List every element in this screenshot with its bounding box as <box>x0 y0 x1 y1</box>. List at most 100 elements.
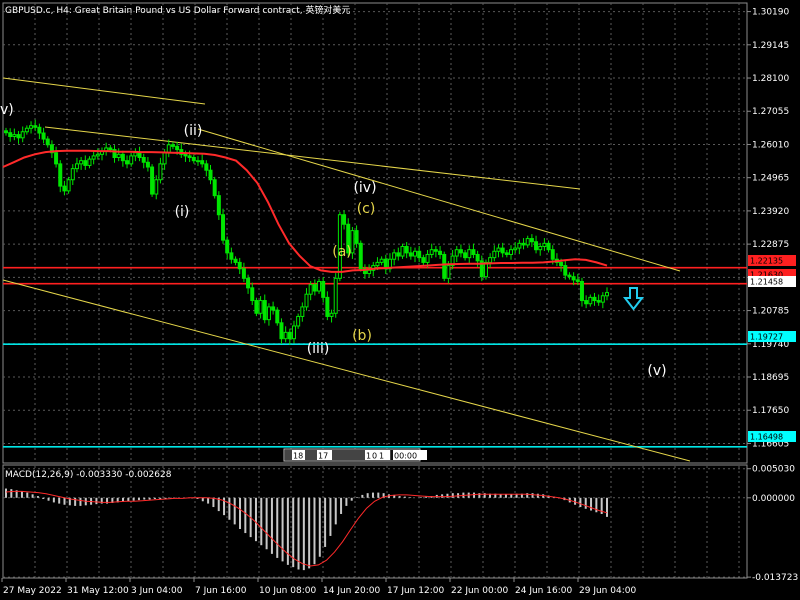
time-tick-label: 10 Jun 08:00 <box>259 586 316 596</box>
candle-body <box>116 153 121 158</box>
candle-body <box>221 214 226 241</box>
candle-body <box>592 296 597 302</box>
candle-body <box>375 261 380 267</box>
candle-body <box>20 131 25 139</box>
candle-body <box>16 134 21 139</box>
candle-body <box>158 163 163 181</box>
scroll-label: 18 <box>293 452 303 461</box>
candle-body <box>183 153 188 157</box>
wave-label: (i) <box>175 204 190 220</box>
candle-body <box>229 252 234 260</box>
candle-body <box>296 315 301 327</box>
candle-body <box>58 163 63 187</box>
time-tick-label: 29 Jun 04:00 <box>579 586 636 596</box>
candle-body <box>421 257 426 263</box>
candle-body <box>87 158 92 166</box>
price-tick-label: 1.29145 <box>752 41 789 51</box>
candle-body <box>74 163 79 170</box>
candle-body <box>24 127 29 133</box>
candle-body <box>262 300 267 321</box>
time-tick-label: 22 Jun 00:00 <box>451 586 508 596</box>
candle-body <box>442 253 447 279</box>
candle-body <box>150 166 155 195</box>
macd-tick-label: -0.013723 <box>752 573 798 583</box>
scroll-label: 00:00 <box>394 452 417 461</box>
candle-body <box>200 160 205 165</box>
candle-body <box>446 265 451 279</box>
price-tick-label: 1.28100 <box>752 74 789 84</box>
candle-body <box>271 306 276 311</box>
candle-body <box>62 185 67 192</box>
candle-body <box>162 152 167 165</box>
candle-body <box>496 247 501 252</box>
candle-body <box>4 130 8 134</box>
candle-body <box>463 252 468 259</box>
candle-body <box>538 246 543 251</box>
scroll-label: 1 <box>379 452 384 461</box>
candle-body <box>413 250 418 257</box>
candle-body <box>492 250 497 259</box>
candle-body <box>404 246 409 254</box>
candle-body <box>425 253 430 263</box>
scroll-label: 0 <box>372 452 377 461</box>
candle-body <box>584 300 589 305</box>
candle-body <box>596 300 601 303</box>
candle-body <box>54 152 59 165</box>
candle-body <box>266 306 271 321</box>
scroll-label: 1 <box>366 452 371 461</box>
chart-canvas: (ii) (i) (iii) (iv) (v) (a) (b) (c) v) 1.30190 1.… <box>0 0 800 600</box>
candle-body <box>534 241 539 251</box>
candle-body <box>504 252 509 255</box>
time-scroll-strip[interactable]: 18 17 1 0 1 00:00 <box>283 448 427 462</box>
candle-body <box>91 155 96 160</box>
candle-body <box>392 252 397 260</box>
candle-body <box>333 277 338 314</box>
price-tick-label: 1.23920 <box>752 207 789 217</box>
candle-body <box>166 144 171 154</box>
candle-body <box>254 300 259 314</box>
candle-body <box>329 312 334 317</box>
candle-body <box>120 153 125 162</box>
candle-body <box>33 125 38 128</box>
candle-body <box>133 152 138 157</box>
wave-label: (b) <box>352 328 372 344</box>
price-tick-label: 1.22875 <box>752 240 789 250</box>
wave-label: v) <box>0 102 14 118</box>
candle-body <box>525 238 530 246</box>
candle-body <box>233 258 238 263</box>
candle-body <box>283 331 288 340</box>
candle-body <box>408 252 413 257</box>
candle-body <box>191 156 196 162</box>
candle-body <box>125 160 130 165</box>
candle-body <box>433 249 438 252</box>
candle-body <box>379 258 384 263</box>
candle-body <box>588 296 593 305</box>
candle-body <box>542 242 547 248</box>
candle-body <box>600 295 605 303</box>
candle-body <box>287 331 292 340</box>
time-tick-label: 24 Jun 16:00 <box>515 586 572 596</box>
candle-body <box>458 249 463 254</box>
candle-body <box>29 125 34 129</box>
candle-body <box>521 242 526 246</box>
candle-body <box>354 230 359 244</box>
candle-body <box>488 257 493 263</box>
candle-body <box>175 145 180 151</box>
candle-body <box>12 134 17 138</box>
candle-body <box>41 132 46 140</box>
candle-body <box>83 160 88 166</box>
candle-body <box>66 179 71 192</box>
candle-body <box>559 261 564 267</box>
wave-label: (a) <box>332 244 352 260</box>
candle-body <box>546 242 551 251</box>
candle-body <box>95 153 100 157</box>
candle-body <box>475 253 480 262</box>
time-tick-label: 27 May 2022 <box>3 586 62 596</box>
candle-body <box>563 265 568 276</box>
price-label-value: 1.16498 <box>750 433 783 442</box>
wave-label: (c) <box>357 201 376 217</box>
candle-body <box>529 238 534 243</box>
candle-body <box>154 179 159 195</box>
candle-body <box>605 292 609 297</box>
candle-body <box>358 242 363 270</box>
